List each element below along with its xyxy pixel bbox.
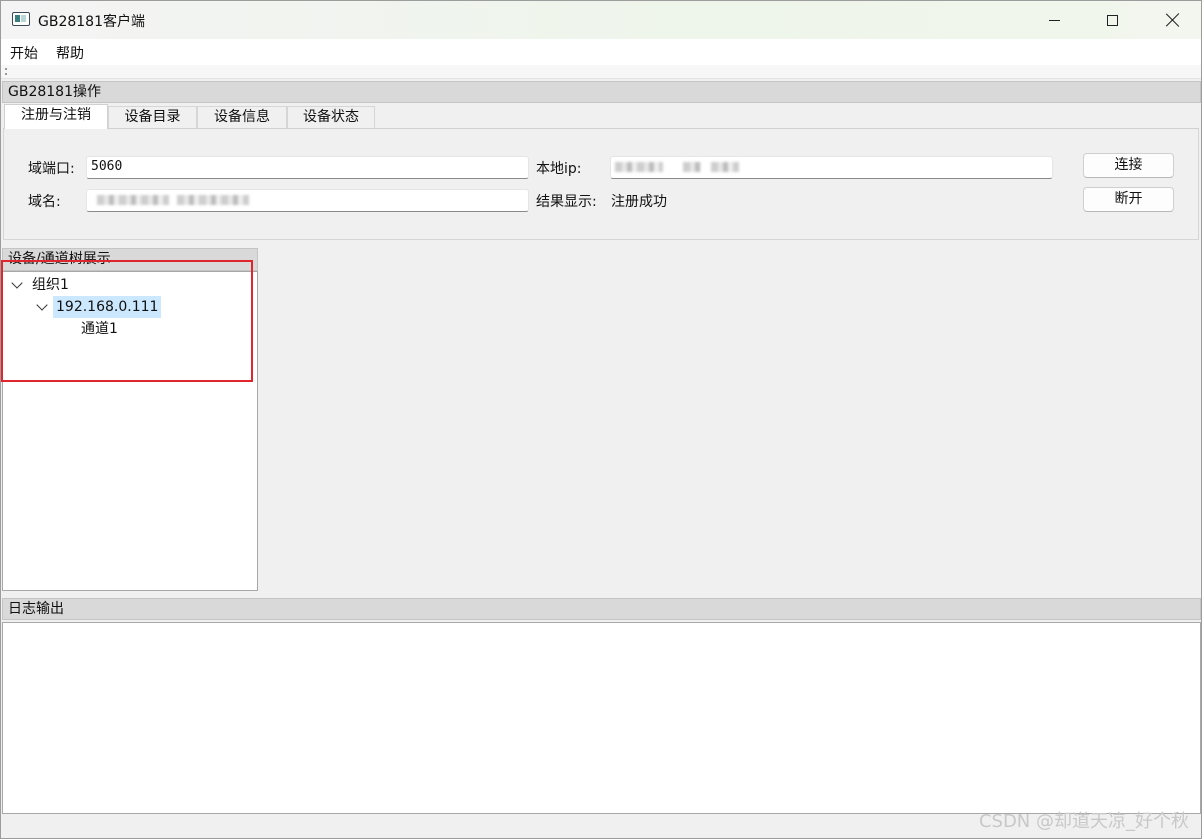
tab-device-status[interactable]: 设备状态 [287, 106, 375, 128]
log-dock-title[interactable]: 日志输出 [2, 598, 1201, 620]
tree-node-label: 192.168.0.111 [53, 296, 162, 318]
close-icon [1165, 13, 1179, 27]
chevron-down-icon[interactable] [36, 299, 48, 311]
domain-port-input[interactable]: 5060 [86, 156, 529, 179]
tree-node-channel[interactable]: 通道1 [81, 318, 118, 340]
watermark: CSDN @却道天凉_好个秋 [978, 811, 1189, 832]
register-tab-panel: 域端口: 5060 本地ip: 域名: 结果显示: 注册成功 连接 断开 [3, 128, 1199, 240]
domain-port-label: 域端口: [28, 161, 75, 177]
redacted-text [97, 195, 169, 205]
disconnect-button[interactable]: 断开 [1083, 187, 1174, 212]
chevron-down-icon[interactable] [11, 277, 23, 289]
maximize-icon [1106, 14, 1118, 26]
close-button[interactable] [1143, 1, 1201, 39]
redacted-text [615, 162, 663, 172]
connect-button[interactable]: 连接 [1083, 153, 1174, 178]
redacted-text [177, 195, 249, 205]
tab-device-catalog[interactable]: 设备目录 [108, 106, 197, 128]
domain-name-label: 域名: [28, 194, 61, 210]
domain-name-input[interactable] [86, 189, 529, 212]
result-value: 注册成功 [611, 194, 667, 210]
device-tree: 组织1 192.168.0.111 通道1 [2, 271, 258, 591]
minimize-button[interactable] [1025, 1, 1083, 39]
local-ip-input[interactable] [610, 156, 1053, 179]
app-window: GB28181客户端 开始 帮助 GB28181操作 注册与注销 设备目录 设备… [0, 0, 1202, 839]
log-output[interactable] [2, 622, 1201, 814]
toolbar-grip-icon[interactable] [5, 68, 7, 75]
tree-node-label: 通道1 [81, 321, 118, 337]
maximize-button[interactable] [1083, 1, 1141, 39]
menu-start[interactable]: 开始 [10, 43, 38, 63]
app-icon [12, 12, 30, 26]
redacted-text [711, 162, 739, 172]
tree-dock-title[interactable]: 设备/通道树展示 [2, 248, 258, 271]
title-bar: GB28181客户端 [1, 1, 1201, 39]
ops-dock-title[interactable]: GB28181操作 [2, 81, 1201, 103]
window-title: GB28181客户端 [38, 14, 145, 30]
redacted-text [683, 162, 701, 172]
tree-node-label: 组织1 [32, 277, 69, 293]
minimize-icon [1048, 19, 1060, 21]
toolbar [1, 65, 1201, 79]
tab-device-info[interactable]: 设备信息 [197, 106, 287, 128]
tab-register[interactable]: 注册与注销 [4, 104, 108, 129]
menu-bar: 开始 帮助 [1, 39, 1201, 65]
local-ip-label: 本地ip: [536, 161, 582, 177]
result-label: 结果显示: [536, 194, 597, 210]
menu-help[interactable]: 帮助 [56, 43, 84, 63]
